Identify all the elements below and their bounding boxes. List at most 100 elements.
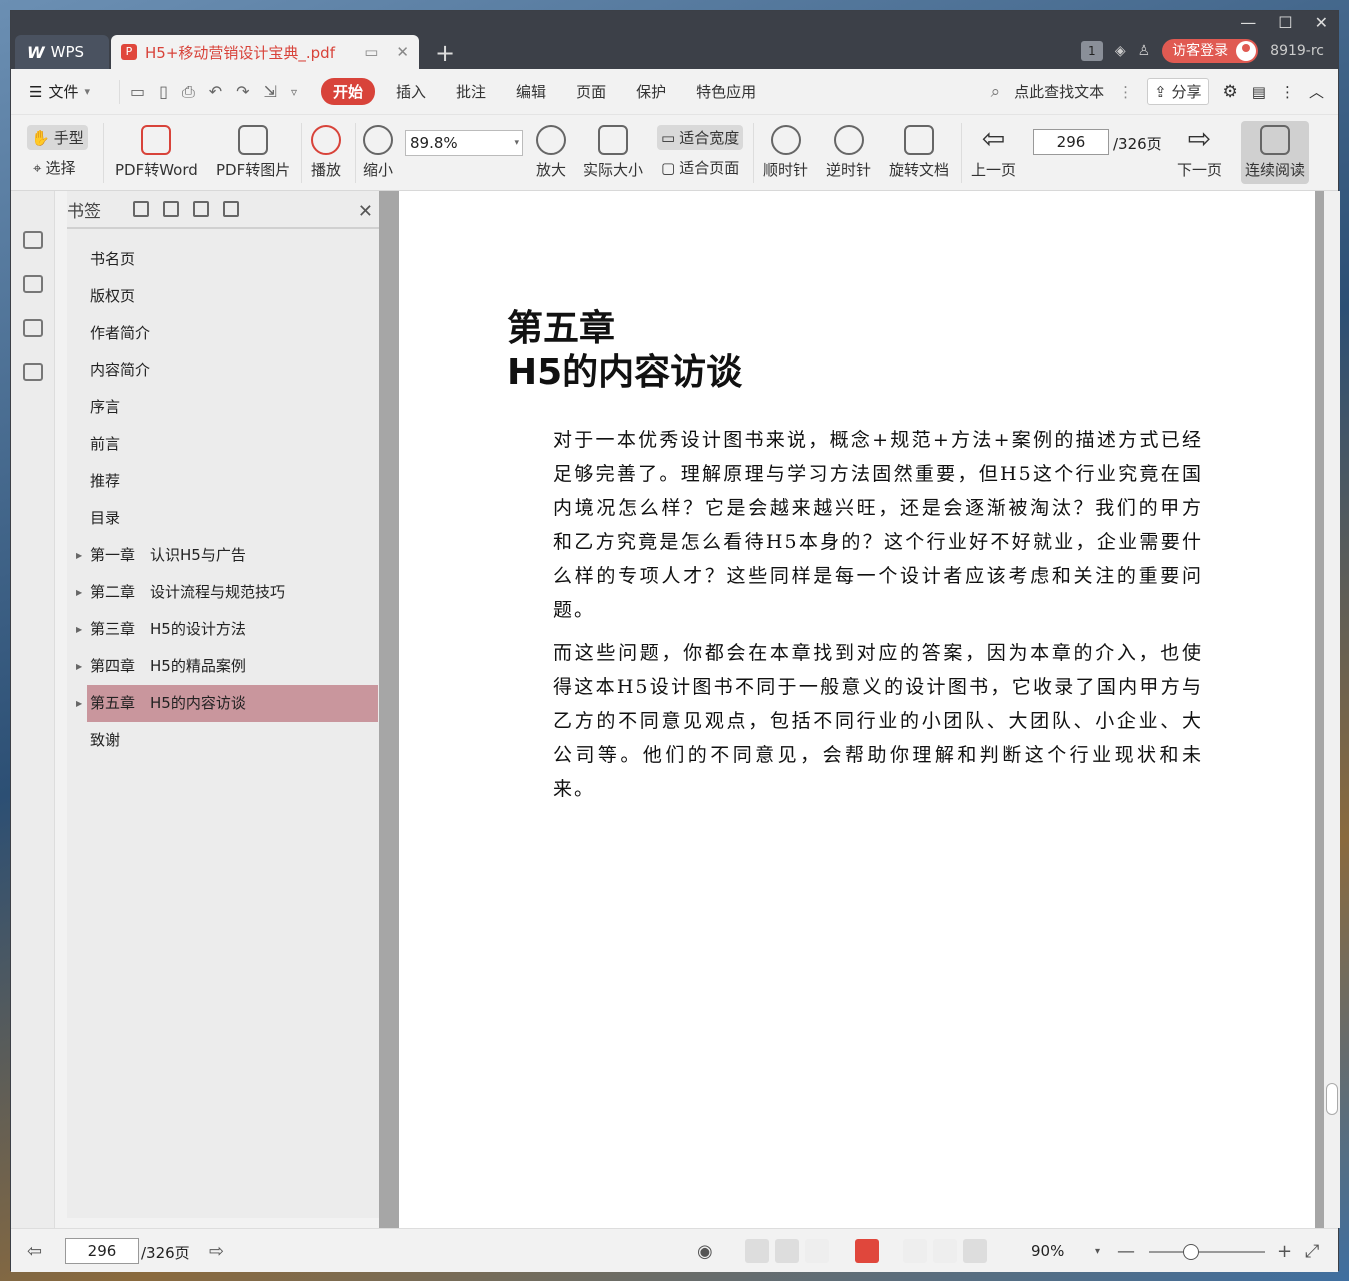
print-icon[interactable]: ⎙ bbox=[182, 82, 195, 102]
search-text-button[interactable]: 点此查找文本 bbox=[1014, 81, 1104, 102]
more-dropdown-icon[interactable]: ▿ bbox=[291, 85, 297, 99]
status-zoom-value[interactable]: 90% bbox=[1031, 1242, 1064, 1260]
thumbnail-icon[interactable] bbox=[22, 275, 43, 293]
bookmark-item[interactable]: ▶ 第二章 设计流程与规范技巧 bbox=[67, 574, 379, 611]
fullscreen-icon[interactable]: ⤢ bbox=[1305, 1241, 1319, 1262]
play-button[interactable]: 播放 bbox=[311, 125, 341, 180]
single-page-view-icon[interactable] bbox=[745, 1239, 769, 1263]
zoom-out-button[interactable]: 缩小 bbox=[363, 125, 393, 180]
expand-arrow-icon[interactable]: ▶ bbox=[76, 685, 82, 722]
undo-icon[interactable]: ↶ bbox=[209, 82, 222, 101]
prev-page-button[interactable]: ⇦ 上一页 bbox=[971, 125, 1016, 180]
bookmark-item[interactable]: 致谢 bbox=[67, 722, 379, 759]
expand-arrow-icon[interactable]: ▶ bbox=[76, 537, 82, 574]
close-tab-icon[interactable]: ✕ bbox=[396, 43, 409, 61]
more-vertical-icon[interactable]: ⋮ bbox=[1118, 83, 1133, 101]
fit-page-button[interactable]: ▢ 适合页面 bbox=[661, 157, 739, 178]
scrollbar-thumb[interactable] bbox=[1326, 1083, 1338, 1115]
select-tool-button[interactable]: ⌖ 选择 bbox=[33, 157, 75, 178]
zoom-slider-knob[interactable] bbox=[1182, 1244, 1199, 1260]
bookmark-item[interactable]: 书名页 bbox=[67, 241, 379, 278]
rotate-clockwise-button[interactable]: 顺时针 bbox=[763, 125, 808, 180]
minimize-icon[interactable]: — bbox=[1240, 13, 1256, 32]
skin-icon[interactable]: ◈ bbox=[1115, 43, 1126, 59]
play-slideshow-icon[interactable] bbox=[855, 1239, 879, 1263]
rotate-counterclockwise-button[interactable]: 逆时针 bbox=[826, 125, 871, 180]
bookmark-item[interactable]: ▶ 第一章 认识H5与广告 bbox=[67, 537, 379, 574]
more-icon[interactable]: ⋮ bbox=[1280, 83, 1295, 101]
zoom-in-button[interactable]: 放大 bbox=[536, 125, 566, 180]
tab-wps[interactable]: W WPS bbox=[15, 35, 109, 69]
double-page-view-icon[interactable] bbox=[805, 1239, 829, 1263]
zoom-out-icon[interactable]: — bbox=[1117, 1241, 1135, 1262]
gear-icon[interactable]: ⚙ bbox=[1223, 82, 1238, 102]
vertical-scrollbar[interactable] bbox=[1324, 191, 1340, 1228]
pin-icon[interactable]: ▭ bbox=[364, 43, 378, 61]
pdf-to-word-button[interactable]: PDF转Word bbox=[115, 125, 198, 180]
save-icon[interactable]: ▯ bbox=[159, 82, 168, 101]
bookmark-item[interactable]: 版权页 bbox=[67, 278, 379, 315]
bookmark-item[interactable]: 目录 bbox=[67, 500, 379, 537]
bookmark-settings-icon[interactable] bbox=[223, 201, 239, 217]
fit-width-icon[interactable] bbox=[963, 1239, 987, 1263]
fit-page-icon[interactable] bbox=[933, 1239, 957, 1263]
document-viewport[interactable]: 第五章 H5的内容访谈 对于一本优秀设计图书来说，概念+规范+方法+案例的描述方… bbox=[379, 191, 1340, 1228]
tab-document[interactable]: P H5+移动营销设计宝典_.pdf ▭ ✕ bbox=[111, 35, 419, 69]
prev-page-icon[interactable]: ⇦ bbox=[27, 1241, 42, 1262]
chevron-down-icon[interactable]: ▾ bbox=[1095, 1246, 1100, 1257]
tab-special[interactable]: 特色应用 bbox=[681, 81, 771, 102]
expand-arrow-icon[interactable]: ▶ bbox=[76, 611, 82, 648]
tab-page[interactable]: 页面 bbox=[561, 81, 621, 102]
next-page-button[interactable]: ⇨ 下一页 bbox=[1177, 125, 1222, 180]
bookmark-item[interactable]: 前言 bbox=[67, 426, 379, 463]
signature-icon[interactable] bbox=[22, 363, 43, 381]
tab-insert[interactable]: 插入 bbox=[381, 81, 441, 102]
page-number-input[interactable]: 296 bbox=[1033, 129, 1109, 155]
close-window-icon[interactable]: ✕ bbox=[1315, 13, 1328, 32]
redo-icon[interactable]: ↷ bbox=[236, 82, 249, 101]
bookmark-item[interactable]: 内容简介 bbox=[67, 352, 379, 389]
zoom-select[interactable]: 89.8% ▾ bbox=[405, 130, 523, 156]
hand-tool-button[interactable]: ✋ 手型 bbox=[27, 125, 88, 150]
collapse-all-icon[interactable] bbox=[163, 201, 179, 217]
expand-arrow-icon[interactable]: ▶ bbox=[76, 648, 82, 685]
expand-arrow-icon[interactable]: ▶ bbox=[76, 574, 82, 611]
close-icon[interactable]: ✕ bbox=[358, 201, 373, 222]
search-icon[interactable]: ⌕ bbox=[991, 82, 1001, 102]
tab-annotate[interactable]: 批注 bbox=[441, 81, 501, 102]
bookmark-item[interactable]: 推荐 bbox=[67, 463, 379, 500]
bookmark-item[interactable]: ▶ 第四章 H5的精品案例 bbox=[67, 648, 379, 685]
bookmark-item[interactable]: 序言 bbox=[67, 389, 379, 426]
window-count-badge[interactable]: 1 bbox=[1080, 41, 1103, 61]
next-page-icon[interactable]: ⇨ bbox=[209, 1241, 224, 1262]
continuous-view-icon[interactable] bbox=[775, 1239, 799, 1263]
share-button[interactable]: ⇪ 分享 bbox=[1147, 78, 1209, 105]
annotation-icon[interactable] bbox=[22, 319, 43, 337]
shirt-icon[interactable]: ♙ bbox=[1138, 43, 1151, 59]
open-folder-icon[interactable]: ▭ bbox=[130, 82, 145, 101]
collapse-ribbon-icon[interactable]: ︿ bbox=[1309, 81, 1324, 102]
actual-size-icon[interactable] bbox=[903, 1239, 927, 1263]
bookmark-item-selected[interactable]: ▶ 第五章 H5的内容访谈 bbox=[76, 685, 378, 722]
file-menu[interactable]: ☰ 文件 ▾ bbox=[11, 81, 119, 102]
expand-all-icon[interactable] bbox=[133, 201, 149, 217]
eye-protection-icon[interactable]: ◉ bbox=[697, 1241, 713, 1262]
comment-icon[interactable]: ▤ bbox=[1252, 83, 1266, 101]
guest-login-button[interactable]: 访客登录 bbox=[1162, 39, 1259, 63]
actual-size-button[interactable]: 实际大小 bbox=[583, 125, 643, 180]
tab-protect[interactable]: 保护 bbox=[621, 81, 681, 102]
tab-edit[interactable]: 编辑 bbox=[501, 81, 561, 102]
bookmark-item[interactable]: ▶ 第三章 H5的设计方法 bbox=[67, 611, 379, 648]
zoom-slider[interactable] bbox=[1149, 1244, 1265, 1260]
pdf-to-image-button[interactable]: PDF转图片 bbox=[216, 125, 290, 180]
new-tab-button[interactable]: + bbox=[435, 39, 455, 67]
outline-icon[interactable] bbox=[22, 231, 43, 249]
bookmark-item[interactable]: 作者简介 bbox=[67, 315, 379, 352]
tab-start[interactable]: 开始 bbox=[321, 78, 376, 105]
add-bookmark-icon[interactable] bbox=[193, 201, 209, 217]
export-icon[interactable]: ⇲ bbox=[264, 82, 277, 101]
status-page-input[interactable]: 296 bbox=[65, 1238, 139, 1264]
zoom-in-icon[interactable]: + bbox=[1277, 1241, 1292, 1262]
fit-width-button[interactable]: ▭ 适合宽度 bbox=[657, 125, 744, 150]
rotate-document-button[interactable]: 旋转文档 bbox=[889, 125, 949, 180]
